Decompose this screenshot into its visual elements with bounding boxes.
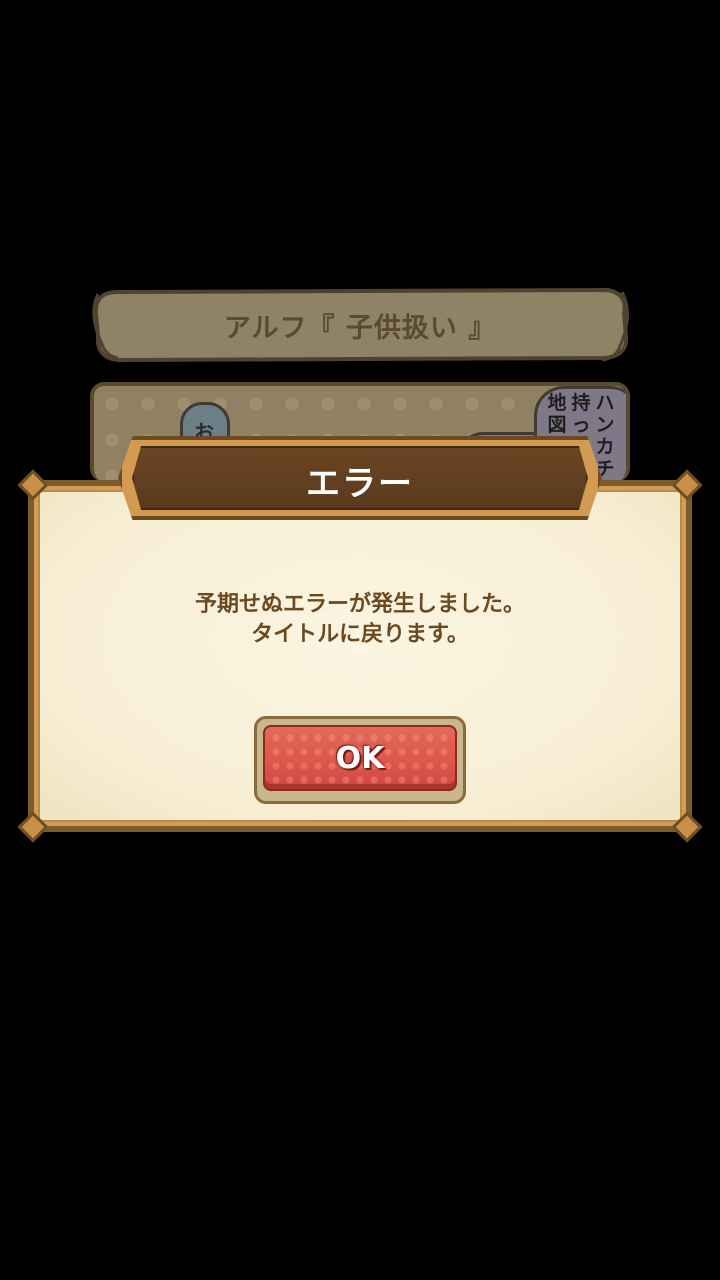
vertical-text-column: 持っ [571,392,591,436]
dialog-title: エラー [306,464,414,504]
message-line: タイトルに戻ります。 [251,622,469,647]
dialog-message: 予期せぬエラーが発生しました。 タイトルに戻ります。 [0,590,720,650]
background-scroll-banner: アルフ『 子供扱い 』 [88,284,632,364]
banner-title: アルフ『 子供扱い 』 [223,313,497,344]
vertical-text-column: 地図 [547,392,567,436]
dialog-header: エラー [118,436,602,520]
ok-button[interactable]: OK [254,716,466,804]
ok-button-label: OK [335,741,385,776]
message-line: 予期せぬエラーが発生しました。 [194,592,525,617]
